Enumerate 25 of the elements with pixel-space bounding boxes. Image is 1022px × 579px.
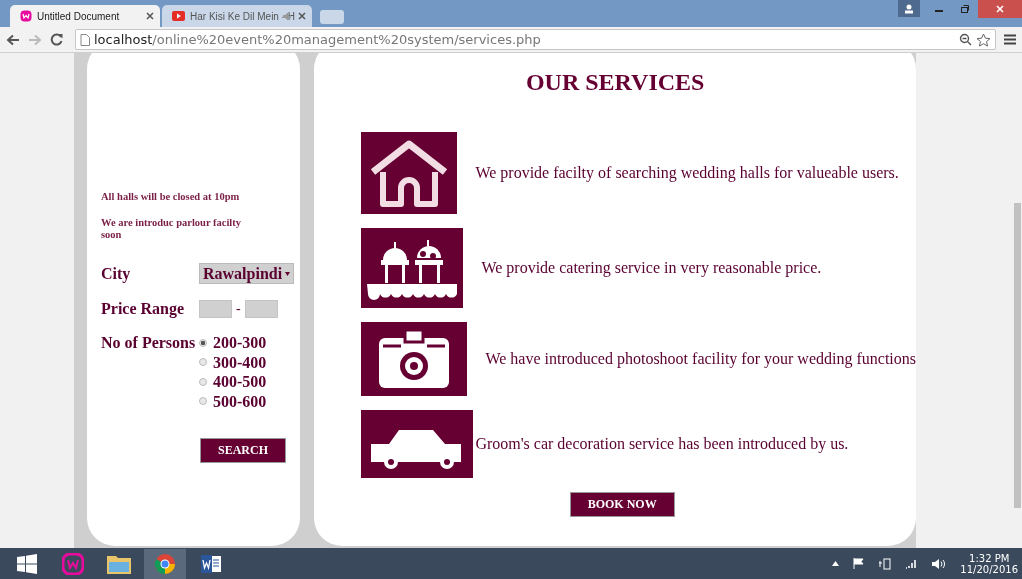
service-description: We have introduced photoshoot facility for your wedding functions [485,350,916,368]
persons-label: No of Persons [101,334,197,353]
time-text: 1:32 PM [969,552,1010,564]
browser-tab[interactable]: Har Kisi Ke Dil Mein - H [162,5,312,27]
option-label: 500-600 [213,392,267,411]
notice-text: We are introduc parlour facilty soon [101,217,242,242]
address-bar[interactable]: localhost/online%20event%20management%20system/services.php [75,29,996,50]
search-button[interactable]: SEARCH [200,438,286,464]
range-separator: - [236,301,241,318]
option-label: 300-400 [213,353,267,372]
url-text: localhost/online%20event%20management%20system/services.php [94,32,541,47]
book-now-button[interactable]: BOOK NOW [569,492,675,517]
option-label: 200-300 [213,334,267,352]
service-description: Groom's car decoration service has been introduced by us. [475,435,849,453]
date-text: 11/20/2016 [960,563,1018,575]
notice-text: All halls will be closed at 10pm [101,191,241,204]
service-description: We provide catering service in very reasonable price. [481,259,822,277]
option-label: 400-500 [213,373,267,391]
browser-tab[interactable]: Untitled Document [10,5,160,27]
service-description: We provide facilty of searching wedding halls for valueable users. [475,164,899,182]
city-dropdown[interactable]: Rawalpindi [199,263,295,285]
city-label: City [101,264,132,283]
clock[interactable]: 1:32 PM 11/20/2016 [960,552,1018,575]
price-range-label: Price Range [101,300,186,319]
services-title: OUR SERVICES [524,69,706,96]
